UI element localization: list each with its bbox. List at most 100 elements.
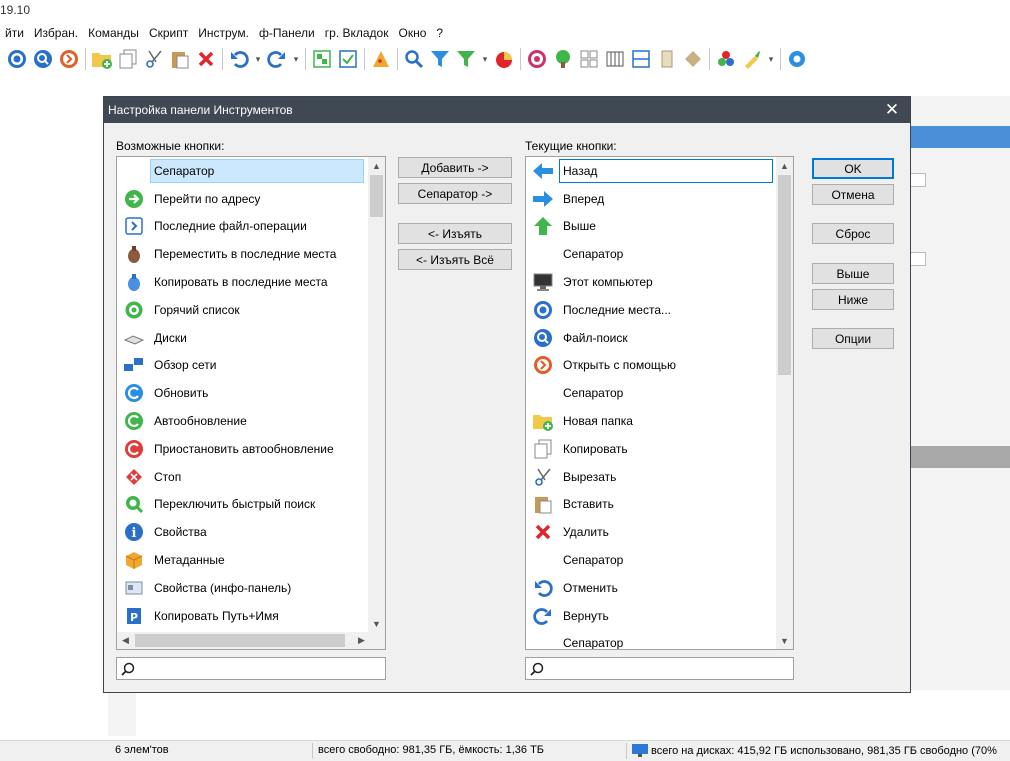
recent-places-icon[interactable] (6, 48, 28, 70)
current-search-box[interactable] (525, 657, 794, 680)
list-item[interactable]: P Копировать Путь+Имя (117, 602, 368, 630)
menu-item[interactable]: ф-Панели (254, 26, 320, 40)
scroll-thumb[interactable] (135, 634, 345, 647)
split-icon[interactable] (630, 48, 652, 70)
move-up-button[interactable]: Выше (812, 263, 894, 284)
menu-item[interactable]: Скрипт (144, 26, 193, 40)
list-item[interactable]: Переключить быстрый поиск (117, 491, 368, 519)
list-item[interactable]: Вставить (526, 491, 776, 519)
delete-icon[interactable] (195, 48, 217, 70)
list-item[interactable]: Последние места... (526, 296, 776, 324)
redo-icon[interactable] (266, 48, 288, 70)
list-item[interactable]: Автообновление (117, 407, 368, 435)
available-search-input[interactable] (135, 660, 385, 677)
filter-green-icon[interactable] (455, 48, 477, 70)
list-item[interactable]: Отменить (526, 574, 776, 602)
list-item[interactable]: Последние файл-операции (117, 213, 368, 241)
filter-icon[interactable] (429, 48, 451, 70)
list-item[interactable]: Удалить (526, 518, 776, 546)
select-icon[interactable] (337, 48, 359, 70)
add-separator-button[interactable]: Сепаратор -> (398, 183, 512, 204)
list-item[interactable]: Переместить в последние места (117, 240, 368, 268)
menu-item[interactable]: йти (0, 26, 29, 40)
cancel-button[interactable]: Отмена (812, 184, 894, 205)
list-item[interactable]: Открыть с помощью (526, 352, 776, 380)
list-item[interactable]: Сепаратор (526, 630, 776, 649)
list-item[interactable]: Сепаратор (526, 546, 776, 574)
open-with-icon[interactable] (58, 48, 80, 70)
list-item[interactable]: Вперед (526, 185, 776, 213)
pie-icon[interactable] (493, 48, 515, 70)
undo-icon[interactable] (228, 48, 250, 70)
list-item[interactable]: Сепаратор (526, 379, 776, 407)
list-item[interactable]: Обзор сети (117, 352, 368, 380)
menu-item[interactable]: гр. Вкладок (320, 26, 394, 40)
list-item[interactable]: Приостановить автообновление (117, 435, 368, 463)
list-item[interactable]: Диски (117, 324, 368, 352)
current-search-input[interactable] (544, 660, 793, 677)
options-button[interactable]: Опции (812, 328, 894, 349)
list-item[interactable]: Сепаратор (526, 240, 776, 268)
gear-icon[interactable] (786, 48, 808, 70)
list-item[interactable]: Копировать (526, 435, 776, 463)
list-item[interactable]: Копировать в последние места (117, 268, 368, 296)
target-icon[interactable] (526, 48, 548, 70)
list-item[interactable]: Горячий список (117, 296, 368, 324)
pizza-icon[interactable] (370, 48, 392, 70)
list-item[interactable]: Перейти по адресу (117, 185, 368, 213)
list-item[interactable]: Стоп (117, 463, 368, 491)
copy-icon[interactable] (117, 48, 139, 70)
cut-icon[interactable] (143, 48, 165, 70)
scroll-up-icon[interactable]: ▲ (776, 157, 793, 174)
list-item[interactable]: i Свойства (117, 518, 368, 546)
file-search-icon[interactable] (32, 48, 54, 70)
list-item[interactable]: Обновить (117, 379, 368, 407)
grid-icon[interactable] (578, 48, 600, 70)
horizontal-scrollbar[interactable]: ◀ ▶ (117, 632, 370, 649)
list-item[interactable]: Этот компьютер (526, 268, 776, 296)
menu-item[interactable]: Окно (393, 26, 431, 40)
add-button[interactable]: Добавить -> (398, 157, 512, 178)
list-item[interactable]: Назад (526, 157, 776, 185)
available-search-box[interactable] (116, 657, 386, 680)
colors-icon[interactable] (715, 48, 737, 70)
scroll-thumb[interactable] (778, 175, 791, 375)
scroll-down-icon[interactable]: ▼ (368, 615, 385, 632)
chevron-down-icon[interactable]: ▾ (479, 48, 491, 70)
scroll-up-icon[interactable]: ▲ (368, 157, 385, 174)
tag-icon[interactable] (682, 48, 704, 70)
ok-button[interactable]: OK (812, 158, 894, 179)
scroll-left-icon[interactable]: ◀ (117, 632, 134, 649)
tree-icon[interactable] (552, 48, 574, 70)
close-icon[interactable]: ✕ (882, 99, 902, 121)
list-item[interactable]: Свойства (инфо-панель) (117, 574, 368, 602)
reset-button[interactable]: Сброс (812, 223, 894, 244)
columns-icon[interactable] (604, 48, 626, 70)
vertical-scrollbar[interactable]: ▲ ▼ (776, 157, 793, 649)
list-item[interactable]: Вырезать (526, 463, 776, 491)
menu-item[interactable]: Избран. (29, 26, 83, 40)
chevron-down-icon[interactable]: ▾ (765, 48, 777, 70)
scroll-thumb[interactable] (370, 175, 383, 217)
available-buttons-list[interactable]: Сепаратор Перейти по адресу Последние файл… (116, 156, 386, 650)
chevron-down-icon[interactable]: ▾ (252, 48, 264, 70)
list-item[interactable]: Файл-поиск (526, 324, 776, 352)
list-item[interactable]: Выше (526, 213, 776, 241)
list-item[interactable]: Сепаратор (117, 157, 368, 185)
vertical-scrollbar[interactable]: ▲ ▼ (368, 157, 385, 632)
menu-item[interactable]: Инструм. (193, 26, 254, 40)
scroll-down-icon[interactable]: ▼ (776, 632, 793, 649)
remove-button[interactable]: <- Изъять (398, 223, 512, 244)
panel-icon[interactable] (656, 48, 678, 70)
list-item[interactable]: Новая папка (526, 407, 776, 435)
brush-icon[interactable] (741, 48, 763, 70)
current-buttons-list[interactable]: Назад Вперед Выше Сепаратор Этот компьютер По… (525, 156, 794, 650)
search-icon[interactable] (403, 48, 425, 70)
chevron-down-icon[interactable]: ▾ (290, 48, 302, 70)
paste-icon[interactable] (169, 48, 191, 70)
menu-item[interactable]: ? (431, 26, 448, 40)
sync-icon[interactable] (311, 48, 333, 70)
new-folder-icon[interactable] (91, 48, 113, 70)
remove-all-button[interactable]: <- Изъять Всё (398, 249, 512, 270)
menu-item[interactable]: Команды (83, 26, 144, 40)
